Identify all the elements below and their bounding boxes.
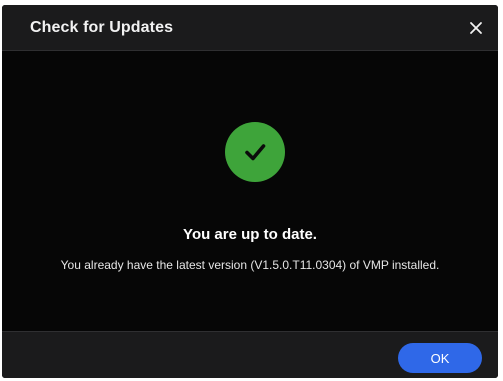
close-button[interactable] xyxy=(464,16,488,40)
ok-button[interactable]: OK xyxy=(398,343,482,373)
checkmark-circle-icon xyxy=(225,122,285,182)
status-message: You already have the latest version (V1.… xyxy=(60,258,440,272)
dialog-title: Check for Updates xyxy=(30,19,174,36)
status-title: You are up to date. xyxy=(183,226,317,243)
close-icon xyxy=(470,22,482,34)
dialog-footer: OK xyxy=(2,331,498,378)
dialog-header: Check for Updates xyxy=(2,5,498,51)
update-dialog: Check for Updates You are up to date. Yo… xyxy=(2,5,498,378)
checkmark-icon xyxy=(245,144,266,161)
dialog-body: You are up to date. You already have the… xyxy=(2,51,498,331)
